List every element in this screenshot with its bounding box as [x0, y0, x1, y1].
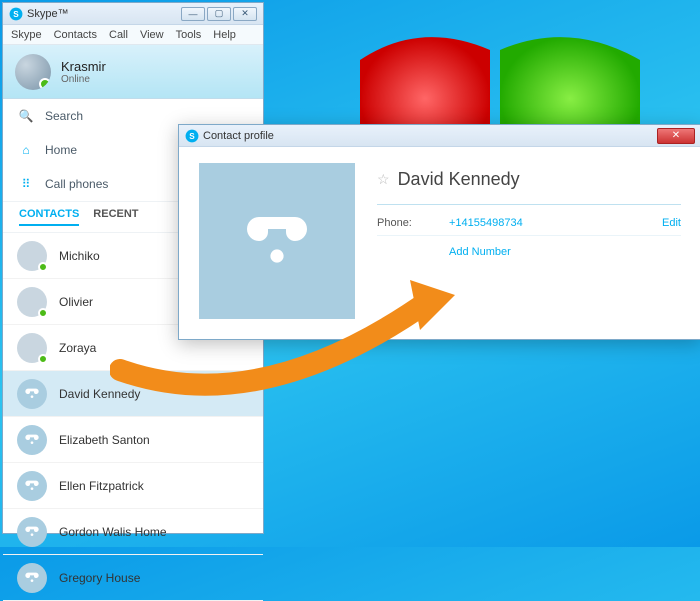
presence-online-icon — [39, 78, 51, 90]
maximize-button[interactable]: ▢ — [207, 7, 231, 21]
svg-text:S: S — [189, 131, 195, 140]
menu-skype[interactable]: Skype — [11, 29, 42, 41]
presence-online-icon — [38, 354, 48, 364]
contact-name: Gordon Walis Home — [59, 525, 167, 539]
contact-avatar — [17, 333, 47, 363]
user-status: Online — [61, 74, 106, 85]
presence-online-icon — [38, 262, 48, 272]
profile-titlebar: S Contact profile ✕ — [179, 125, 700, 147]
home-label: Home — [45, 143, 77, 157]
user-header[interactable]: Krasmir Online — [3, 45, 263, 99]
user-avatar — [15, 54, 51, 90]
skype-icon: S — [185, 129, 199, 143]
svg-text:S: S — [13, 9, 19, 18]
phone-value[interactable]: +14155498734 — [449, 217, 662, 229]
tab-contacts[interactable]: CONTACTS — [19, 208, 79, 226]
contact-avatar — [17, 241, 47, 271]
titlebar: S Skype™ — ▢ ✕ — [3, 3, 263, 25]
contact-avatar — [17, 287, 47, 317]
home-icon: ⌂ — [19, 143, 33, 157]
menu-contacts[interactable]: Contacts — [54, 29, 97, 41]
contact-row[interactable]: Gregory House — [3, 555, 263, 601]
contact-row[interactable]: Elizabeth Santon — [3, 417, 263, 463]
contact-name: David Kennedy — [59, 387, 140, 401]
contact-name: Elizabeth Santon — [59, 433, 150, 447]
minimize-button[interactable]: — — [181, 7, 205, 21]
favorite-star-icon[interactable]: ☆ — [377, 171, 390, 188]
window-title: Skype™ — [27, 8, 69, 20]
callphones-label: Call phones — [45, 177, 108, 191]
profile-close-button[interactable]: ✕ — [657, 128, 695, 144]
contact-name: Gregory House — [59, 571, 140, 585]
user-name: Krasmir — [61, 59, 106, 74]
search-icon: 🔍 — [19, 109, 33, 123]
presence-online-icon — [38, 308, 48, 318]
skype-icon: S — [9, 7, 23, 21]
phone-icon — [241, 205, 313, 277]
dialpad-icon: ⠿ — [19, 177, 33, 191]
close-button[interactable]: ✕ — [233, 7, 257, 21]
phone-avatar-icon — [17, 517, 47, 547]
contact-profile-window: S Contact profile ✕ ☆ David Kennedy Phon… — [178, 124, 700, 340]
search-label: Search — [45, 109, 83, 123]
menubar: Skype Contacts Call View Tools Help — [3, 25, 263, 45]
menu-call[interactable]: Call — [109, 29, 128, 41]
contact-name: Olivier — [59, 295, 93, 309]
phone-avatar-icon — [17, 471, 47, 501]
contact-row[interactable]: David Kennedy — [3, 371, 263, 417]
profile-photo — [199, 163, 355, 319]
profile-contact-name: David Kennedy — [398, 169, 520, 190]
contact-name: Zoraya — [59, 341, 96, 355]
phone-label: Phone: — [377, 217, 449, 229]
menu-help[interactable]: Help — [213, 29, 236, 41]
contact-name: Ellen Fitzpatrick — [59, 479, 144, 493]
profile-window-title: Contact profile — [203, 130, 274, 142]
contact-row[interactable]: Ellen Fitzpatrick — [3, 463, 263, 509]
phone-avatar-icon — [17, 379, 47, 409]
add-number-link[interactable]: Add Number — [449, 246, 511, 258]
contact-row[interactable]: Gordon Walis Home — [3, 509, 263, 555]
menu-view[interactable]: View — [140, 29, 164, 41]
edit-link[interactable]: Edit — [662, 217, 681, 229]
tab-recent[interactable]: RECENT — [93, 208, 138, 226]
menu-tools[interactable]: Tools — [176, 29, 202, 41]
phone-avatar-icon — [17, 425, 47, 455]
phone-avatar-icon — [17, 563, 47, 593]
contact-name: Michiko — [59, 249, 100, 263]
